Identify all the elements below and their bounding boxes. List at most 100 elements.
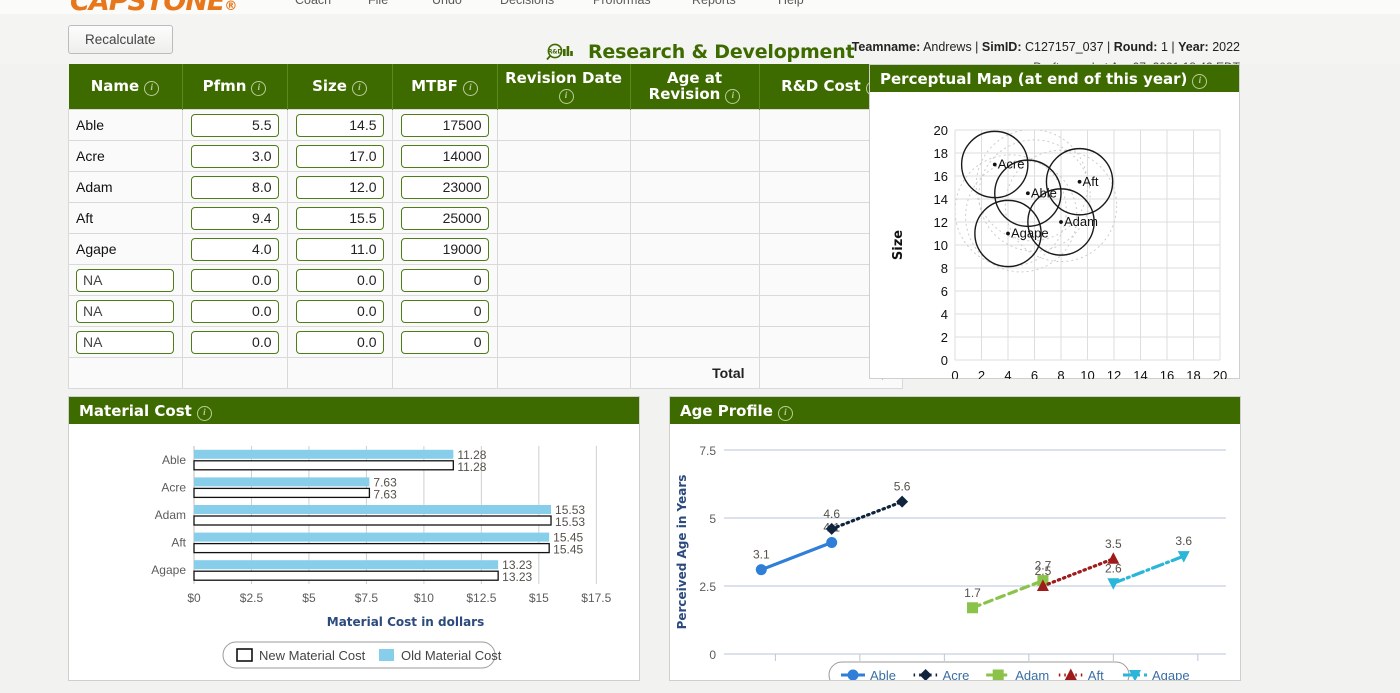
year-label: Year: (1178, 40, 1209, 54)
cell-revision-date (496, 171, 631, 203)
pfmn-input[interactable] (190, 175, 279, 199)
table-row: Acre$0 (68, 140, 903, 172)
svg-text:13.23: 13.23 (502, 570, 532, 584)
recalculate-button[interactable]: Recalculate (68, 25, 173, 54)
mtbf-input[interactable] (400, 144, 489, 168)
cell-blank (391, 357, 498, 389)
info-icon[interactable]: i (196, 406, 212, 421)
table-row: $0 (68, 326, 903, 358)
info-icon[interactable]: i (251, 80, 267, 96)
top-navigation-bar: CAPSTONE® Coach File Undo Decisions Prof… (0, 0, 1400, 15)
info-icon[interactable]: i (462, 80, 478, 96)
cell-age-at-revision (629, 233, 760, 265)
svg-text:12: 12 (934, 215, 948, 230)
table-row: $0 (68, 264, 903, 296)
nav-item-file[interactable]: File (368, 0, 388, 7)
svg-text:R&D: R&D (547, 49, 561, 56)
size-input[interactable] (295, 206, 384, 230)
product-name-input[interactable] (76, 299, 174, 323)
material-cost-title: Material Cost i (69, 397, 639, 424)
size-input[interactable] (295, 113, 384, 137)
nav-item-reports[interactable]: Reports (692, 0, 736, 7)
pfmn-input[interactable] (190, 113, 279, 137)
year-value: 2022 (1212, 40, 1240, 54)
svg-text:Aft: Aft (1088, 668, 1104, 680)
size-input[interactable] (295, 268, 384, 292)
svg-text:6: 6 (941, 284, 948, 299)
mtbf-input[interactable] (400, 237, 489, 261)
svg-text:10: 10 (1080, 368, 1094, 379)
svg-text:2.5: 2.5 (1035, 564, 1052, 578)
pfmn-input[interactable] (190, 268, 279, 292)
cell-revision-date (496, 264, 631, 296)
info-icon[interactable]: i (144, 80, 160, 96)
cell-pfmn (181, 295, 288, 327)
svg-text:0: 0 (941, 353, 948, 368)
svg-text:15.45: 15.45 (553, 543, 583, 557)
mtbf-input[interactable] (400, 206, 489, 230)
nav-item-decisions[interactable]: Decisions (500, 0, 554, 7)
svg-text:$10: $10 (414, 591, 434, 605)
mtbf-input[interactable] (400, 268, 489, 292)
svg-text:14: 14 (1133, 368, 1147, 379)
svg-text:Agape: Agape (1152, 668, 1190, 680)
cell-blank (181, 357, 288, 389)
cell-size (286, 326, 393, 358)
column-header-revision-date: Revision Datei (497, 64, 631, 110)
nav-item-coach[interactable]: Coach (295, 0, 331, 7)
mtbf-input[interactable] (400, 330, 489, 354)
info-icon[interactable]: i (351, 80, 367, 96)
svg-text:2.6: 2.6 (1105, 561, 1122, 575)
svg-text:16: 16 (1160, 368, 1174, 379)
cell-name: Acre (68, 140, 183, 172)
cell-mtbf (391, 233, 498, 265)
size-input[interactable] (295, 237, 384, 261)
mtbf-input[interactable] (400, 175, 489, 199)
size-input[interactable] (295, 144, 384, 168)
svg-text:7.5: 7.5 (699, 444, 716, 458)
svg-text:2.5: 2.5 (699, 580, 716, 594)
info-icon[interactable]: i (1192, 74, 1208, 89)
size-input[interactable] (295, 175, 384, 199)
svg-text:Able: Able (870, 668, 896, 680)
product-name-input[interactable] (76, 268, 174, 292)
cell-revision-date (496, 233, 631, 265)
table-row: Adam$0 (68, 171, 903, 203)
cell-mtbf (391, 171, 498, 203)
info-icon[interactable]: i (777, 406, 793, 421)
mtbf-input[interactable] (400, 113, 489, 137)
product-name-input[interactable] (76, 330, 174, 354)
nav-item-proformas[interactable]: Proformas (593, 0, 651, 7)
pfmn-input[interactable] (190, 206, 279, 230)
svg-text:7.63: 7.63 (373, 487, 397, 501)
svg-text:Size: Size (891, 230, 906, 260)
cell-name: Able (68, 109, 183, 141)
svg-text:Aft: Aft (1083, 174, 1099, 189)
nav-item-undo[interactable]: Undo (432, 0, 462, 7)
cell-size (286, 202, 393, 234)
session-info: Teamname: Andrews | SimID: C127157_037 |… (851, 40, 1240, 54)
pfmn-input[interactable] (190, 237, 279, 261)
svg-text:$5: $5 (302, 591, 316, 605)
info-icon[interactable]: i (558, 88, 574, 104)
simid-label: SimID: (981, 40, 1022, 54)
column-header-size: Size i (287, 64, 393, 110)
cell-name: Aft (68, 202, 183, 234)
age-profile-title: Age Profile i (670, 397, 1240, 424)
cell-blank (68, 357, 183, 389)
nav-item-help[interactable]: Help (778, 0, 804, 7)
rd-table-header: Name i Pfmn i Size i MTBF i Revision Datei A… (68, 64, 903, 110)
pfmn-input[interactable] (190, 299, 279, 323)
svg-text:$2.5: $2.5 (240, 591, 264, 605)
svg-text:Adam: Adam (1015, 668, 1049, 680)
svg-text:Acre: Acre (943, 668, 970, 680)
pfmn-input[interactable] (190, 330, 279, 354)
pfmn-input[interactable] (190, 144, 279, 168)
cell-pfmn (181, 109, 288, 141)
age-profile-series: 4.6 5.6 (823, 480, 911, 535)
info-icon[interactable]: i (725, 88, 741, 104)
cell-name: Agape (68, 233, 183, 265)
size-input[interactable] (295, 330, 384, 354)
mtbf-input[interactable] (400, 299, 489, 323)
size-input[interactable] (295, 299, 384, 323)
